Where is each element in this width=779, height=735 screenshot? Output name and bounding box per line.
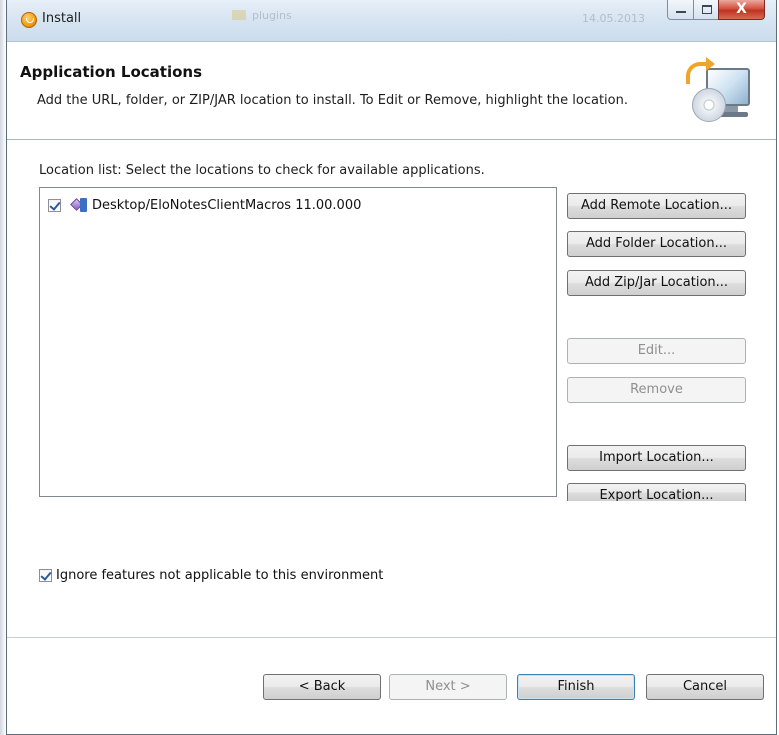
button-bar: < Back Next > Finish Cancel xyxy=(7,637,776,734)
next-button[interactable]: Next > xyxy=(389,674,507,700)
ignore-features-label[interactable]: Ignore features not applicable to this e… xyxy=(56,568,383,583)
window-title: Install xyxy=(42,11,82,26)
import-location-button[interactable]: Import Location... xyxy=(567,445,746,471)
maximize-button[interactable] xyxy=(693,0,719,20)
location-name: Desktop/EloNotesClientMacros 11.00.000 xyxy=(92,197,362,213)
close-button[interactable]: X xyxy=(718,0,765,20)
maximize-icon xyxy=(702,5,712,14)
add-remote-location-button[interactable]: Add Remote Location... xyxy=(567,193,746,219)
install-computer-icon xyxy=(686,57,760,134)
add-zip-jar-location-button[interactable]: Add Zip/Jar Location... xyxy=(567,270,746,296)
update-site-icon xyxy=(70,197,88,213)
title-bar: Install plugins 14.05.2013 X xyxy=(7,0,776,42)
add-folder-location-button[interactable]: Add Folder Location... xyxy=(567,231,746,257)
background-title-text: plugins xyxy=(252,9,292,22)
cancel-button[interactable]: Cancel xyxy=(646,674,764,700)
list-item[interactable]: Desktop/EloNotesClientMacros 11.00.000 xyxy=(48,196,361,214)
export-location-button[interactable]: Export Location... xyxy=(567,483,746,501)
app-logo-icon xyxy=(21,12,37,28)
ignore-features-checkbox[interactable] xyxy=(39,569,52,582)
cd-disc-icon xyxy=(692,88,726,122)
background-window-ghost: plugins xyxy=(232,8,322,22)
back-button[interactable]: < Back xyxy=(263,674,381,700)
folder-icon xyxy=(232,10,246,20)
background-date-text: 14.05.2013 xyxy=(582,12,645,25)
refresh-arrow-icon xyxy=(686,57,715,84)
location-checkbox[interactable] xyxy=(48,198,61,212)
minimize-icon xyxy=(676,11,686,13)
minimize-button[interactable] xyxy=(667,0,694,20)
edit-button[interactable]: Edit... xyxy=(567,338,746,364)
location-list[interactable]: Desktop/EloNotesClientMacros 11.00.000 xyxy=(39,187,557,497)
wizard-banner: Application Locations Add the URL, folde… xyxy=(7,42,776,140)
ignore-features-option[interactable]: Ignore features not applicable to this e… xyxy=(39,568,383,583)
page-title: Application Locations xyxy=(20,63,202,81)
close-icon: X xyxy=(736,1,747,17)
remove-button[interactable]: Remove xyxy=(567,377,746,403)
finish-button[interactable]: Finish xyxy=(517,674,635,700)
page-description: Add the URL, folder, or ZIP/JAR location… xyxy=(37,93,628,108)
install-dialog: Install plugins 14.05.2013 X Application… xyxy=(6,0,777,735)
location-list-label: Location list: Select the locations to c… xyxy=(39,163,485,178)
dialog-body: Location list: Select the locations to c… xyxy=(7,141,776,637)
